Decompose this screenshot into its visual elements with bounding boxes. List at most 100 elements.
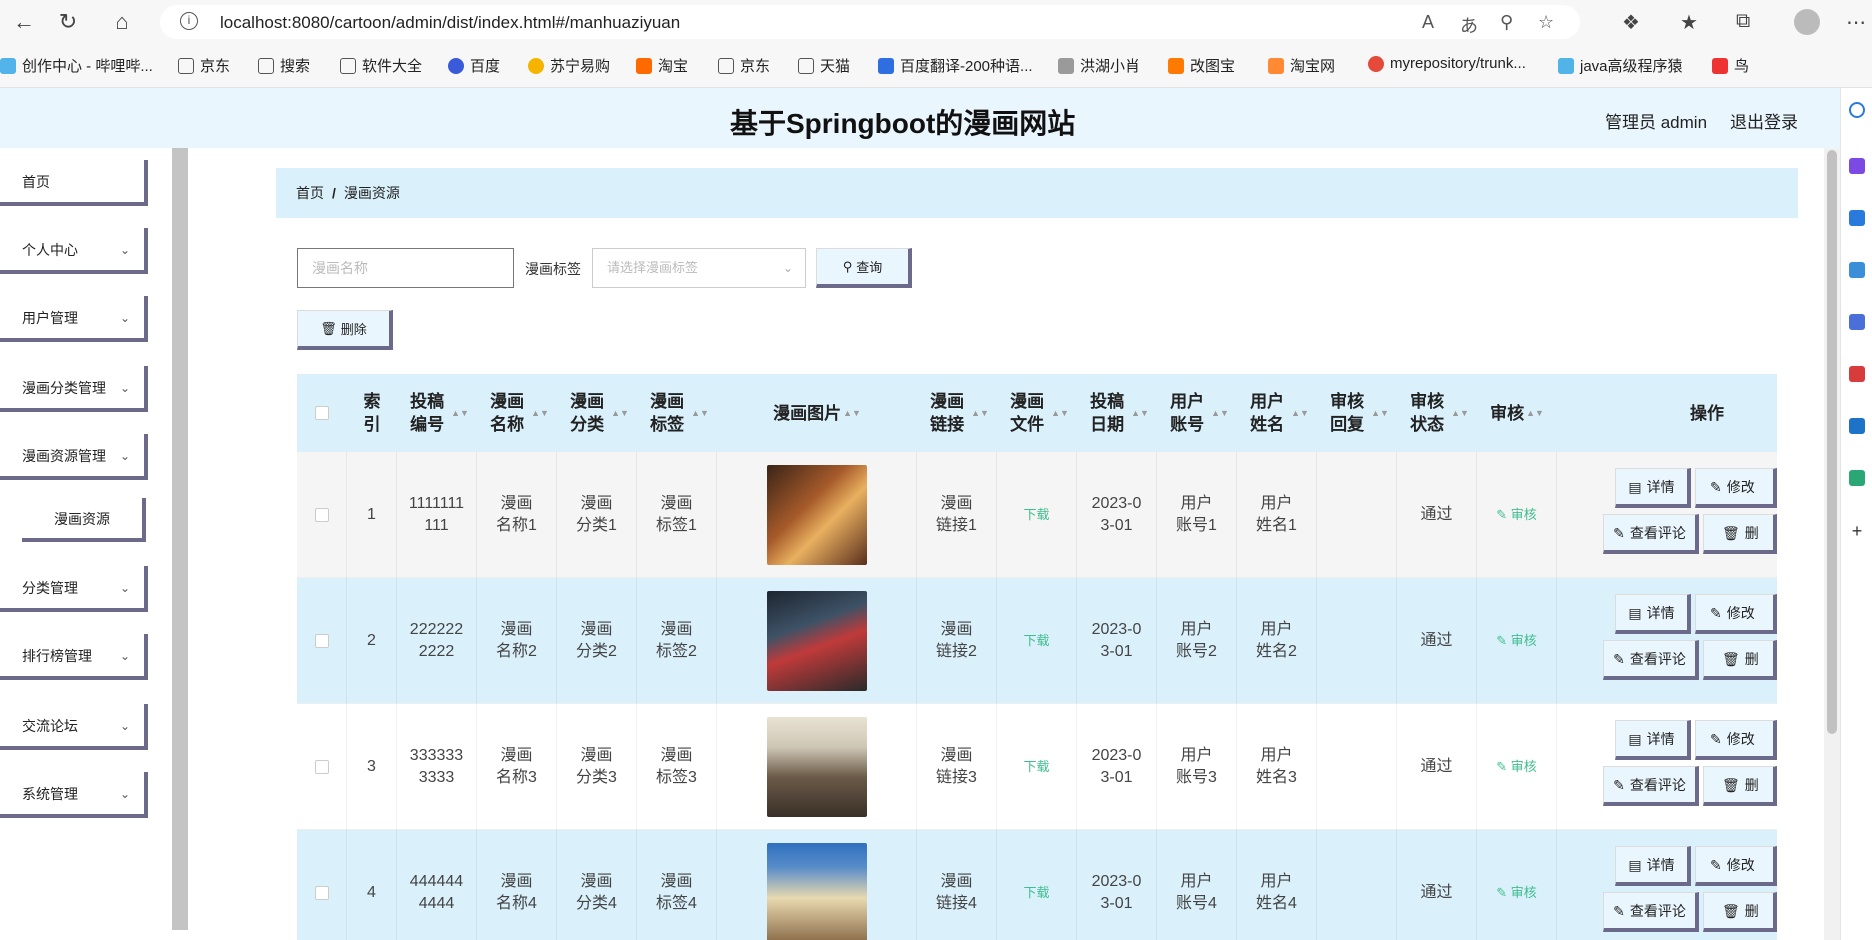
sort-icon[interactable]: ▲▼ [451, 402, 469, 425]
audit-link[interactable]: ✎ 审核 [1496, 882, 1537, 904]
favorite-add-icon[interactable]: ☆ [1538, 12, 1554, 33]
header-image[interactable]: 漫画图片 ▲▼ [717, 374, 917, 452]
header-status[interactable]: 审核状态 ▲▼ [1397, 374, 1477, 452]
row-checkbox[interactable] [314, 508, 329, 522]
bookmark-item[interactable]: 京东 [718, 55, 770, 76]
select-all-checkbox[interactable] [315, 406, 329, 420]
audit-link[interactable]: ✎ 审核 [1496, 756, 1537, 778]
header-audit[interactable]: 审核 ▲▼ [1477, 374, 1557, 452]
bulk-delete-button[interactable]: 🗑 删除 [297, 310, 393, 350]
read-aloud-icon[interactable]: A [1422, 12, 1434, 33]
search-icon[interactable] [1849, 102, 1865, 118]
comic-thumbnail[interactable] [766, 717, 867, 817]
office-icon[interactable] [1849, 366, 1865, 382]
bookmark-item[interactable]: 改图宝 [1168, 55, 1235, 76]
tree-icon[interactable] [1849, 470, 1865, 486]
view-comments-button[interactable]: ✎ 查看评论 [1603, 640, 1699, 680]
row-checkbox[interactable] [314, 886, 329, 900]
comic-name-input[interactable] [297, 248, 514, 288]
more-icon[interactable]: ⋯ [1846, 10, 1866, 35]
header-tag[interactable]: 漫画标签 ▲▼ [637, 374, 717, 452]
bookmark-item[interactable]: 苏宁易购 [528, 55, 610, 76]
download-link[interactable]: 下载 [1023, 882, 1049, 904]
download-link[interactable]: 下载 [1023, 630, 1049, 652]
favorites-icon[interactable]: ★ [1680, 10, 1698, 35]
bookmark-item[interactable]: myrepository/trunk... [1368, 55, 1526, 72]
sidebar-item-ranking[interactable]: 排行榜管理 ⌄ [0, 634, 148, 680]
bookmark-item[interactable]: 搜索 [258, 55, 310, 76]
detail-button[interactable]: ▤ 详情 [1615, 594, 1691, 634]
detail-button[interactable]: ▤ 详情 [1615, 468, 1691, 508]
row-checkbox[interactable] [314, 634, 329, 648]
back-icon[interactable]: ← [10, 8, 38, 36]
sort-icon[interactable]: ▲▼ [611, 402, 629, 425]
scrollbar-thumb[interactable] [1827, 150, 1837, 734]
home-icon[interactable]: ⌂ [108, 8, 136, 36]
bookmark-item[interactable]: java高级程序猿 [1558, 55, 1683, 76]
sort-icon[interactable]: ▲▼ [691, 402, 709, 425]
sidebar-scrollbar[interactable] [172, 148, 188, 930]
logout-link[interactable]: 退出登录 [1730, 108, 1798, 133]
main-scrollbar[interactable] [1824, 148, 1840, 940]
sort-icon[interactable]: ▲▼ [843, 402, 861, 425]
row-checkbox[interactable] [314, 760, 329, 774]
detail-button[interactable]: ▤ 详情 [1615, 720, 1691, 760]
delete-button[interactable]: 🗑 删 [1703, 766, 1777, 806]
info-icon[interactable]: i [180, 12, 198, 30]
sort-icon[interactable]: ▲▼ [1526, 402, 1544, 425]
detail-button[interactable]: ▤ 详情 [1615, 846, 1691, 886]
header-category[interactable]: 漫画分类 ▲▼ [557, 374, 637, 452]
sidebar-item-home[interactable]: 首页 [0, 160, 148, 206]
comic-thumbnail[interactable] [766, 465, 867, 565]
profile-avatar[interactable] [1794, 9, 1820, 35]
bookmark-item[interactable]: 软件大全 [340, 55, 422, 76]
header-name[interactable]: 漫画名称 ▲▼ [477, 374, 557, 452]
comic-thumbnail[interactable] [766, 843, 867, 940]
comic-thumbnail[interactable] [766, 591, 867, 691]
audit-link[interactable]: ✎ 审核 [1496, 504, 1537, 526]
header-username[interactable]: 用户姓名 ▲▼ [1237, 374, 1317, 452]
reload-icon[interactable]: ↻ [54, 8, 82, 36]
zoom-icon[interactable]: ⚲ [1500, 12, 1513, 33]
view-comments-button[interactable]: ✎ 查看评论 [1603, 766, 1699, 806]
header-link[interactable]: 漫画链接 ▲▼ [917, 374, 997, 452]
sidebar-item-category-mgmt[interactable]: 分类管理 ⌄ [0, 566, 148, 612]
header-date[interactable]: 投稿日期 ▲▼ [1077, 374, 1157, 452]
copilot-icon[interactable] [1849, 158, 1865, 174]
sidebar-item-comic-resource-mgmt[interactable]: 漫画资源管理 ⌄ [0, 434, 148, 480]
bookmark-item[interactable]: 鸟 [1712, 55, 1749, 76]
header-reply[interactable]: 审核回复 ▲▼ [1317, 374, 1397, 452]
edit-button[interactable]: ✎ 修改 [1695, 594, 1777, 634]
view-comments-button[interactable]: ✎ 查看评论 [1603, 892, 1699, 932]
bookmark-item[interactable]: 天猫 [798, 55, 850, 76]
header-account[interactable]: 用户账号 ▲▼ [1157, 374, 1237, 452]
edit-button[interactable]: ✎ 修改 [1695, 468, 1777, 508]
bookmark-item[interactable]: 百度翻译-200种语... [878, 55, 1033, 76]
url-bar[interactable]: i localhost:8080/cartoon/admin/dist/inde… [160, 5, 1580, 39]
sort-icon[interactable]: ▲▼ [1211, 402, 1229, 425]
edit-button[interactable]: ✎ 修改 [1695, 846, 1777, 886]
sidebar-item-users[interactable]: 用户管理 ⌄ [0, 296, 148, 342]
sort-icon[interactable]: ▲▼ [531, 402, 549, 425]
query-button[interactable]: ⚲ 查询 [816, 248, 912, 288]
tools-icon[interactable] [1849, 262, 1865, 278]
translate-icon[interactable]: あ [1460, 12, 1478, 38]
header-code[interactable]: 投稿编号 ▲▼ [397, 374, 477, 452]
sidebar-item-comic-category[interactable]: 漫画分类管理 ⌄ [0, 366, 148, 412]
sort-icon[interactable]: ▲▼ [971, 402, 989, 425]
collections-icon[interactable]: ⧉ [1736, 10, 1750, 33]
download-link[interactable]: 下载 [1023, 756, 1049, 778]
edit-button[interactable]: ✎ 修改 [1695, 720, 1777, 760]
sort-icon[interactable]: ▲▼ [1051, 402, 1069, 425]
bookmark-item[interactable]: 淘宝 [636, 55, 688, 76]
shopping-icon[interactable] [1849, 210, 1865, 226]
sort-icon[interactable]: ▲▼ [1371, 402, 1389, 425]
tag-select[interactable]: 请选择漫画标签 ⌄ [592, 248, 806, 288]
people-icon[interactable] [1849, 314, 1865, 330]
delete-button[interactable]: 🗑 删 [1703, 892, 1777, 932]
download-link[interactable]: 下载 [1023, 504, 1049, 526]
extensions-icon[interactable]: ❖ [1622, 10, 1640, 35]
bookmark-item[interactable]: 百度 [448, 55, 500, 76]
sidebar-item-personal[interactable]: 个人中心 ⌄ [0, 228, 148, 274]
header-file[interactable]: 漫画文件 ▲▼ [997, 374, 1077, 452]
